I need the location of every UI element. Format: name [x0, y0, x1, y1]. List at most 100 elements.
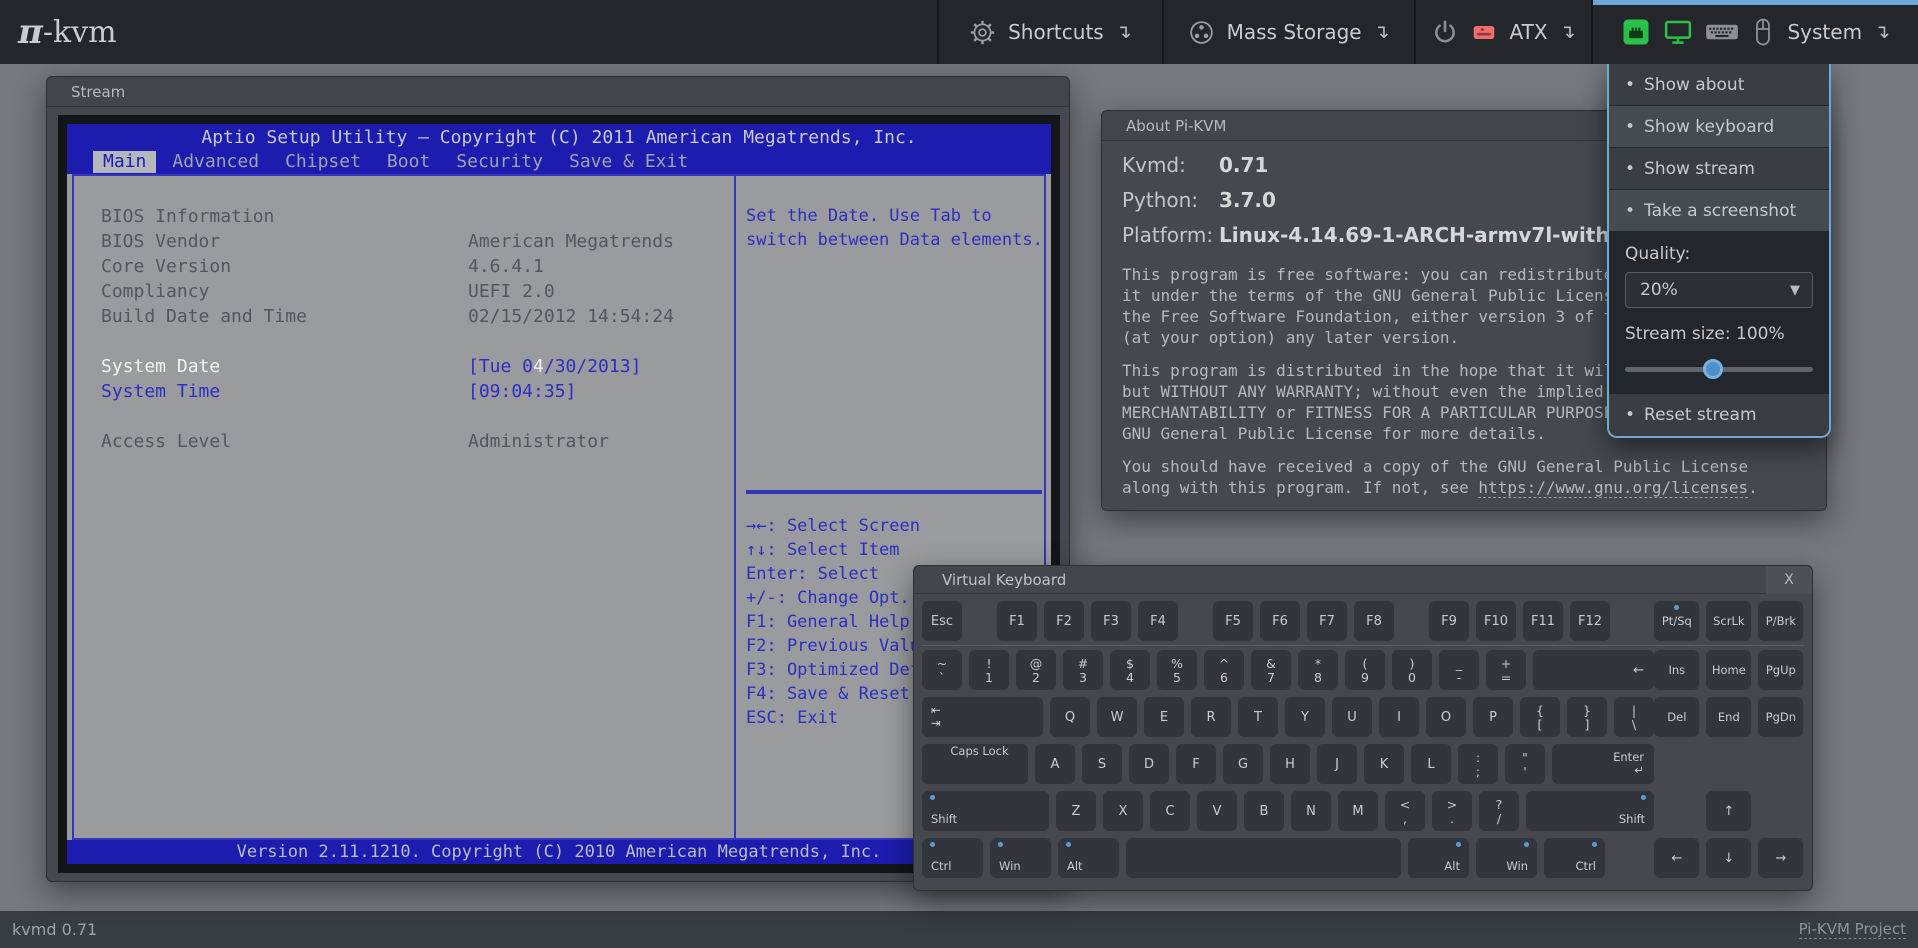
key-f7[interactable]: F7: [1307, 601, 1347, 641]
key-caps-lock[interactable]: Caps Lock: [922, 744, 1028, 784]
key-tab[interactable]: ⇤⇥: [922, 697, 1043, 737]
key-f8[interactable]: F8: [1354, 601, 1394, 641]
key-semicolon[interactable]: :;: [1458, 744, 1498, 784]
key-shift-right[interactable]: Shift: [1526, 791, 1654, 831]
key-period[interactable]: >.: [1432, 791, 1472, 831]
key-m[interactable]: M: [1338, 791, 1378, 831]
key-o[interactable]: O: [1426, 697, 1466, 737]
key-f2[interactable]: F2: [1044, 601, 1084, 641]
key-f5[interactable]: F5: [1213, 601, 1253, 641]
key-backslash[interactable]: |\: [1614, 697, 1654, 737]
key-h[interactable]: H: [1270, 744, 1310, 784]
key-z[interactable]: Z: [1056, 791, 1096, 831]
key-p[interactable]: P: [1473, 697, 1513, 737]
key-e[interactable]: E: [1144, 697, 1184, 737]
key-insert[interactable]: Ins: [1654, 650, 1699, 690]
key-4[interactable]: $4: [1110, 650, 1150, 690]
key-f9[interactable]: F9: [1429, 601, 1469, 641]
key-page-down[interactable]: PgDn: [1758, 697, 1803, 737]
key-u[interactable]: U: [1332, 697, 1372, 737]
key-bracket-open[interactable]: {[: [1520, 697, 1560, 737]
key-comma[interactable]: <,: [1385, 791, 1425, 831]
key-f4[interactable]: F4: [1138, 601, 1178, 641]
key-y[interactable]: Y: [1285, 697, 1325, 737]
key-f[interactable]: F: [1176, 744, 1216, 784]
key-slash[interactable]: ?/: [1479, 791, 1519, 831]
key-b[interactable]: B: [1244, 791, 1284, 831]
key-shift-left[interactable]: Shift: [922, 791, 1049, 831]
key-q[interactable]: Q: [1050, 697, 1090, 737]
key-c[interactable]: C: [1150, 791, 1190, 831]
key-3[interactable]: #3: [1063, 650, 1103, 690]
key-enter[interactable]: Enter↵: [1552, 744, 1654, 784]
key-w[interactable]: W: [1097, 697, 1137, 737]
key-r[interactable]: R: [1191, 697, 1231, 737]
menu-mass-storage[interactable]: Mass Storage ↴: [1162, 0, 1414, 64]
key-f3[interactable]: F3: [1091, 601, 1131, 641]
key-equal[interactable]: +=: [1486, 650, 1526, 690]
key-f11[interactable]: F11: [1523, 601, 1563, 641]
key-f1[interactable]: F1: [997, 601, 1037, 641]
menu-system[interactable]: System ↴: [1591, 0, 1918, 64]
menu-item-show-keyboard[interactable]: •Show keyboard: [1609, 106, 1829, 148]
stream-window-header[interactable]: Stream: [47, 77, 1069, 107]
key-ctrl-left[interactable]: Ctrl: [922, 838, 983, 878]
key-9[interactable]: (9: [1345, 650, 1385, 690]
menu-item-reset-stream[interactable]: • Reset stream: [1609, 394, 1829, 436]
key-win-left[interactable]: Win: [990, 838, 1051, 878]
stream-video[interactable]: Aptio Setup Utility – Copyright (C) 2011…: [67, 124, 1051, 864]
key-win-right[interactable]: Win: [1476, 838, 1537, 878]
key-l[interactable]: L: [1411, 744, 1451, 784]
menu-item-show-about[interactable]: •Show about: [1609, 64, 1829, 106]
key-page-up[interactable]: PgUp: [1758, 650, 1803, 690]
stream-size-slider[interactable]: [1625, 358, 1813, 380]
key-f12[interactable]: F12: [1570, 601, 1610, 641]
key-ctrl-right[interactable]: Ctrl: [1544, 838, 1605, 878]
key-alt-left[interactable]: Alt: [1058, 838, 1119, 878]
key-scroll-lock[interactable]: ScrLk: [1706, 601, 1751, 641]
key-arrow-up[interactable]: ↑: [1706, 791, 1751, 831]
key-esc[interactable]: Esc: [922, 601, 962, 641]
key-arrow-right[interactable]: →: [1758, 838, 1803, 878]
key-pause-break[interactable]: P/Brk: [1758, 601, 1803, 641]
key-7[interactable]: &7: [1251, 650, 1291, 690]
key-quote[interactable]: "': [1505, 744, 1545, 784]
key-bracket-close[interactable]: }]: [1567, 697, 1607, 737]
pi-kvm-project-link[interactable]: Pi-KVM Project: [1799, 920, 1906, 939]
key-6[interactable]: ^6: [1204, 650, 1244, 690]
key-n[interactable]: N: [1291, 791, 1331, 831]
key-delete[interactable]: Del: [1654, 697, 1699, 737]
key-backspace[interactable]: ←: [1533, 650, 1654, 690]
key-f6[interactable]: F6: [1260, 601, 1300, 641]
slider-thumb[interactable]: [1703, 359, 1723, 379]
key-j[interactable]: J: [1317, 744, 1357, 784]
key-alt-right[interactable]: Alt: [1408, 838, 1469, 878]
key-g[interactable]: G: [1223, 744, 1263, 784]
key-end[interactable]: End: [1706, 697, 1751, 737]
key-minus[interactable]: _-: [1439, 650, 1479, 690]
key-k[interactable]: K: [1364, 744, 1404, 784]
close-icon[interactable]: X: [1766, 566, 1812, 594]
key-8[interactable]: *8: [1298, 650, 1338, 690]
gnu-license-link[interactable]: https://www.gnu.org/licenses: [1478, 478, 1748, 498]
key-0[interactable]: )0: [1392, 650, 1432, 690]
key-space[interactable]: [1126, 838, 1401, 878]
key-2[interactable]: @2: [1016, 650, 1056, 690]
menu-item-show-stream[interactable]: •Show stream: [1609, 148, 1829, 190]
key-home[interactable]: Home: [1706, 650, 1751, 690]
key-1[interactable]: !1: [969, 650, 1009, 690]
key-x[interactable]: X: [1103, 791, 1143, 831]
key-print-screen[interactable]: Pt/Sq: [1654, 601, 1699, 641]
key-d[interactable]: D: [1129, 744, 1169, 784]
key-t[interactable]: T: [1238, 697, 1278, 737]
key-arrow-left[interactable]: ←: [1654, 838, 1699, 878]
key-backquote[interactable]: ~`: [922, 650, 962, 690]
keyboard-window-header[interactable]: Virtual Keyboard X: [914, 566, 1812, 594]
key-f10[interactable]: F10: [1476, 601, 1516, 641]
key-arrow-down[interactable]: ↓: [1706, 838, 1751, 878]
key-5[interactable]: %5: [1157, 650, 1197, 690]
key-s[interactable]: S: [1082, 744, 1122, 784]
menu-item-take-a-screenshot[interactable]: •Take a screenshot: [1609, 190, 1829, 232]
key-a[interactable]: A: [1035, 744, 1075, 784]
key-i[interactable]: I: [1379, 697, 1419, 737]
